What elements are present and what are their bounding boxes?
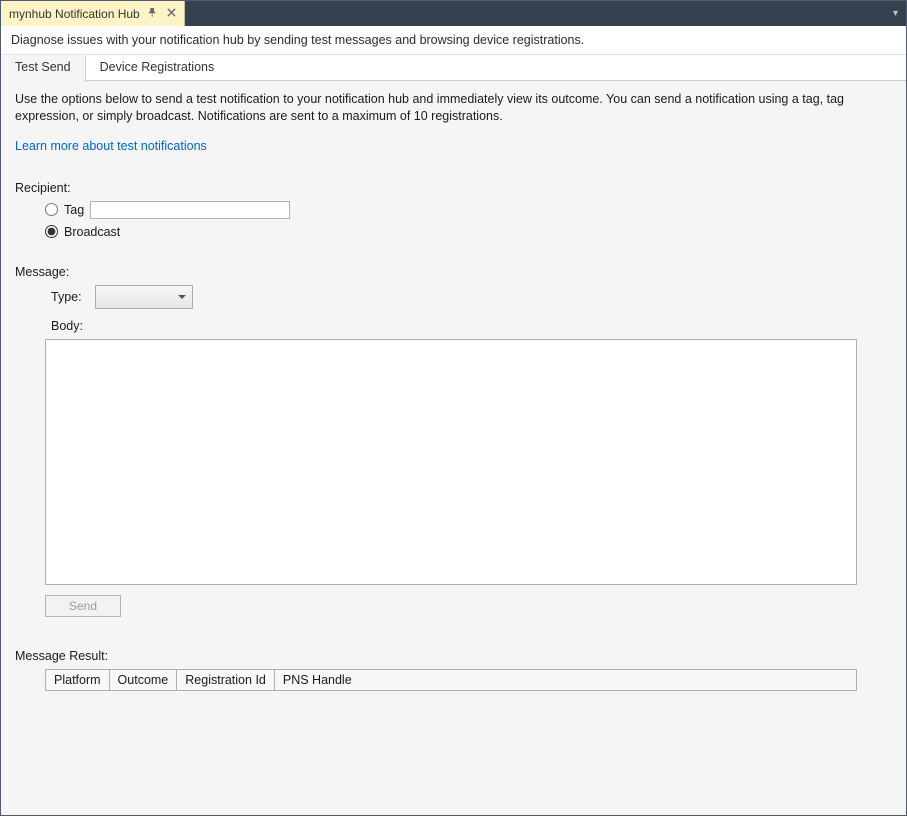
pin-icon[interactable] bbox=[146, 6, 159, 22]
title-bar-dropdown-icon[interactable]: ▾ bbox=[885, 1, 906, 26]
tab-device-registrations[interactable]: Device Registrations bbox=[86, 55, 230, 80]
recipient-tag-row: Tag bbox=[45, 201, 892, 219]
col-outcome[interactable]: Outcome bbox=[109, 669, 177, 690]
learn-more-link[interactable]: Learn more about test notifications bbox=[15, 139, 207, 153]
recipient-tag-input[interactable] bbox=[90, 201, 290, 219]
result-table: Platform Outcome Registration Id PNS Han… bbox=[45, 669, 857, 691]
recipient-tag-radio[interactable] bbox=[45, 203, 58, 216]
message-label: Message: bbox=[15, 265, 892, 279]
message-type-label: Type: bbox=[51, 290, 85, 304]
result-label: Message Result: bbox=[15, 649, 892, 663]
message-body-label: Body: bbox=[51, 319, 892, 333]
document-tab-title: mynhub Notification Hub bbox=[9, 7, 140, 21]
page-description: Diagnose issues with your notification h… bbox=[1, 26, 906, 55]
notification-hub-window: mynhub Notification Hub ▾ Diagnose issue… bbox=[0, 0, 907, 816]
recipient-broadcast-label: Broadcast bbox=[64, 225, 120, 239]
recipient-broadcast-row: Broadcast bbox=[45, 225, 892, 239]
col-registration-id[interactable]: Registration Id bbox=[177, 669, 275, 690]
message-body-textarea[interactable] bbox=[45, 339, 857, 585]
message-type-row: Type: bbox=[51, 285, 892, 309]
message-type-value bbox=[96, 286, 102, 300]
send-button[interactable]: Send bbox=[45, 595, 121, 617]
document-tab[interactable]: mynhub Notification Hub bbox=[1, 1, 185, 26]
recipient-broadcast-radio[interactable] bbox=[45, 225, 58, 238]
title-bar: mynhub Notification Hub ▾ bbox=[1, 1, 906, 26]
intro-text: Use the options below to send a test not… bbox=[15, 91, 892, 125]
recipient-tag-label: Tag bbox=[64, 203, 84, 217]
tab-content: Use the options below to send a test not… bbox=[1, 81, 906, 815]
tab-test-send[interactable]: Test Send bbox=[1, 55, 86, 82]
result-table-header-row: Platform Outcome Registration Id PNS Han… bbox=[46, 669, 857, 690]
recipient-label: Recipient: bbox=[15, 181, 892, 195]
col-pns-handle[interactable]: PNS Handle bbox=[274, 669, 856, 690]
close-icon[interactable] bbox=[165, 6, 178, 22]
col-platform[interactable]: Platform bbox=[46, 669, 110, 690]
subtab-bar: Test Send Device Registrations bbox=[1, 55, 906, 81]
message-type-select[interactable] bbox=[95, 285, 193, 309]
